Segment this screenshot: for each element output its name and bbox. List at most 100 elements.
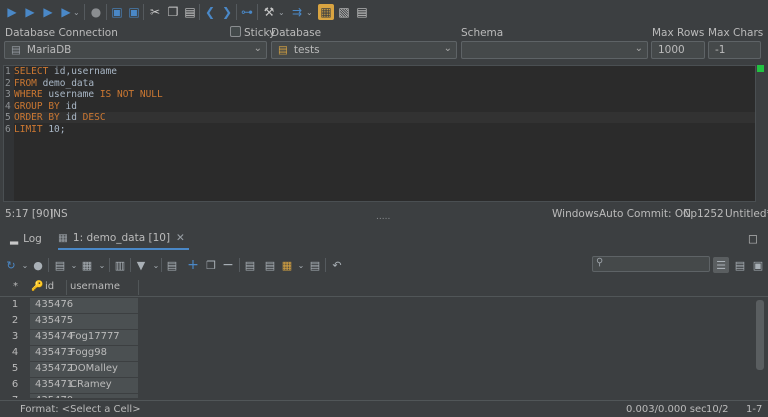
chevron-down-icon[interactable]: ⌄ [278, 8, 285, 17]
row-number: 2 [11, 315, 19, 326]
code-line[interactable]: WHERE username IS NOT NULL [14, 89, 163, 100]
list-view-icon[interactable]: ☰ [713, 257, 729, 273]
format-icon[interactable]: ⇉ [289, 4, 305, 20]
sticky-checkbox[interactable] [230, 26, 241, 37]
line-number: 2 [5, 77, 11, 89]
sql-editor-icon[interactable]: ▦ [318, 4, 334, 20]
max-rows-input[interactable]: 1000 [651, 41, 705, 59]
code-line[interactable]: LIMIT 10; [14, 124, 66, 135]
column-divider [138, 280, 139, 295]
edit-row-icon[interactable]: ▤ [164, 257, 180, 273]
cell-id[interactable]: 435472 [35, 363, 73, 374]
sql-text: id [59, 112, 83, 123]
back-icon[interactable]: ❮ [202, 4, 218, 20]
cell-username[interactable]: CRamey [70, 379, 112, 390]
tab-log[interactable]: ▂ Log [10, 228, 42, 250]
table-row[interactable]: 1 435476 [0, 298, 760, 314]
cell-username[interactable]: DOMalley [70, 363, 118, 374]
delete-row-icon[interactable]: − [220, 257, 236, 273]
comment-icon[interactable]: ▧ [336, 4, 352, 20]
save-icon[interactable]: ▣ [109, 4, 125, 20]
database-select[interactable]: ▤ tests ⌄ [271, 41, 457, 59]
cell-username[interactable]: Fog17777 [70, 331, 120, 342]
row-count: 10/2 [706, 404, 729, 415]
grid-view-icon[interactable]: ▦ [79, 257, 95, 273]
cell-username[interactable]: Fogg98 [70, 347, 107, 358]
chevron-down-icon: ⌄ [253, 43, 262, 54]
tab-result-label: 1: demo_data [10] [72, 232, 171, 244]
cell-id[interactable]: 435474 [35, 331, 73, 342]
filter-icon[interactable]: ▼ [133, 257, 149, 273]
cell-id[interactable]: 435473 [35, 347, 73, 358]
sql-keyword: FROM [14, 77, 37, 89]
execute-current-icon[interactable]: ▶ [22, 4, 38, 20]
schema-select[interactable]: ⌄ [461, 41, 648, 59]
splitter-handle[interactable]: ..... [376, 212, 390, 222]
encoding: Cp1252 [683, 208, 724, 220]
results-search-input[interactable]: ⚲ [592, 256, 710, 272]
cell-id[interactable]: 435470 [35, 395, 73, 398]
copy-icon[interactable]: ❐ [165, 4, 181, 20]
add-row-icon[interactable]: + [185, 257, 201, 273]
sql-editor[interactable]: 123456 SELECT id,username FROM demo_data W… [3, 65, 756, 202]
key-icon: 🔑 [31, 281, 44, 292]
toolbar-divider [161, 258, 162, 272]
columns-icon[interactable]: ▥ [112, 257, 128, 273]
table-row[interactable]: 6 435471 CRamey [0, 378, 760, 394]
table-row[interactable]: 3 435474 Fog17777 [0, 330, 760, 346]
stop-icon[interactable]: ● [88, 4, 104, 20]
text-view-icon[interactable]: ▤ [732, 257, 748, 273]
table-row[interactable]: 5 435472 DOMalley [0, 362, 760, 378]
chevron-down-icon[interactable]: ⌄ [73, 8, 80, 17]
toolbar-divider [109, 258, 110, 272]
compare-icon[interactable]: ▤ [307, 257, 323, 273]
cell-id[interactable]: 435476 [35, 299, 73, 310]
cell-id[interactable]: 435471 [35, 379, 73, 390]
code-line[interactable]: ORDER BY id DESC [14, 112, 106, 123]
maximize-icon[interactable]: □ [748, 228, 758, 250]
tab-result[interactable]: ▦ 1: demo_data [10] ✕ [58, 228, 189, 250]
sql-keyword: DESC [82, 112, 106, 123]
db-connection-select[interactable]: ▤ MariaDB ⌄ [4, 41, 267, 59]
schema-graph-icon[interactable]: ⊶ [239, 4, 255, 20]
save-as-icon[interactable]: ▣ [126, 4, 142, 20]
table-row[interactable]: 4 435473 Fogg98 [0, 346, 760, 362]
toolbar-divider [325, 258, 326, 272]
execute-script-icon[interactable]: ▶ [40, 4, 56, 20]
table-row[interactable]: 2 435475 [0, 314, 760, 330]
duplicate-row-icon[interactable]: ❐ [203, 257, 219, 273]
code-line[interactable]: GROUP BY id [14, 101, 77, 112]
close-icon[interactable]: ✕ [176, 232, 185, 244]
auto-commit-status[interactable]: Auto Commit: ON [599, 208, 691, 220]
grid-scrollbar[interactable] [756, 300, 764, 370]
sql-preview-icon[interactable]: ▤ [262, 257, 278, 273]
toolbar-divider [236, 4, 237, 20]
max-chars-input[interactable]: -1 [708, 41, 761, 59]
line-number: 6 [5, 123, 11, 135]
table-row[interactable]: 7 435470 [0, 394, 760, 398]
toolbar-divider [130, 258, 131, 272]
forward-icon[interactable]: ❯ [219, 4, 235, 20]
execute-icon[interactable]: ▶ [4, 4, 20, 20]
translate-icon[interactable]: ▤ [354, 4, 370, 20]
stop-icon[interactable]: ● [30, 257, 46, 273]
explain-icon[interactable]: ▶ [58, 4, 74, 20]
commit-icon[interactable]: ▤ [242, 257, 258, 273]
tools-icon[interactable]: ⚒ [261, 4, 277, 20]
sql-keyword: LIMIT [14, 123, 43, 135]
column-header-username[interactable]: username [70, 281, 120, 292]
cell-id[interactable]: 435475 [35, 315, 73, 326]
undo-icon[interactable]: ↶ [329, 257, 345, 273]
cut-icon[interactable]: ✂ [147, 4, 163, 20]
paste-icon[interactable]: ▤ [182, 4, 198, 20]
results-grid[interactable]: * 🔑 id username 1 435476 2 435475 3 435474 Fog… [0, 278, 768, 398]
chevron-down-icon[interactable]: ⌄ [94, 257, 110, 273]
toolbar-divider [106, 4, 107, 20]
code-line[interactable]: SELECT id,username [14, 66, 117, 77]
cursor-position: 5:17 [90] [5, 208, 54, 220]
column-header-id[interactable]: id [45, 281, 54, 292]
code-line[interactable]: FROM demo_data [14, 78, 94, 89]
chevron-down-icon[interactable]: ⌄ [306, 8, 313, 17]
cell-format[interactable]: Format: <Select a Cell> [20, 404, 141, 415]
details-view-icon[interactable]: ▣ [750, 257, 766, 273]
